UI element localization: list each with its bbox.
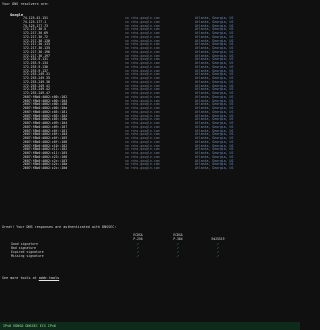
footer-text: IPv6 EDNS0 DNSSEC ECS IPv6: [3, 324, 57, 328]
dnssec-message: Great! Your DNS responses are authentica…: [2, 225, 117, 229]
resolvers-heading: Your DNS resolvers are:: [2, 2, 49, 6]
dnssec-column-curve: Ed25519: [211, 237, 225, 241]
resolver-host: no rdns.google.com: [125, 166, 160, 170]
tools-prefix: See more tools at: [2, 276, 39, 280]
dnssec-column-curve: P-256: [133, 237, 143, 241]
dnssec-row: Missing signature ✓ ✓ ✓: [0, 254, 300, 258]
footer-bar: IPv6 EDNS0 DNSSEC ECS IPv6: [0, 322, 300, 330]
dnssec-row-label: Missing signature: [11, 254, 44, 258]
tools-line: See more tools at addr.tools: [2, 276, 59, 280]
resolver-list: 74.125.42.151 no rdns.google.com Atlanta, …: [0, 16, 300, 171]
addr-tools-link[interactable]: addr.tools: [39, 276, 59, 280]
resolver-ip: 2607:f8b0:4002:c2c::10d: [23, 166, 68, 170]
check-icon: ✓: [216, 254, 220, 258]
resolver-row: 2607:f8b0:4002:c2c::10d no rdns.google.co…: [0, 166, 300, 171]
dnssec-column-curve: P-384: [173, 237, 183, 241]
check-icon: ✓: [176, 254, 180, 258]
check-icon: ✓: [136, 254, 140, 258]
resolver-location: Atlanta, Georgia, US: [195, 166, 234, 170]
